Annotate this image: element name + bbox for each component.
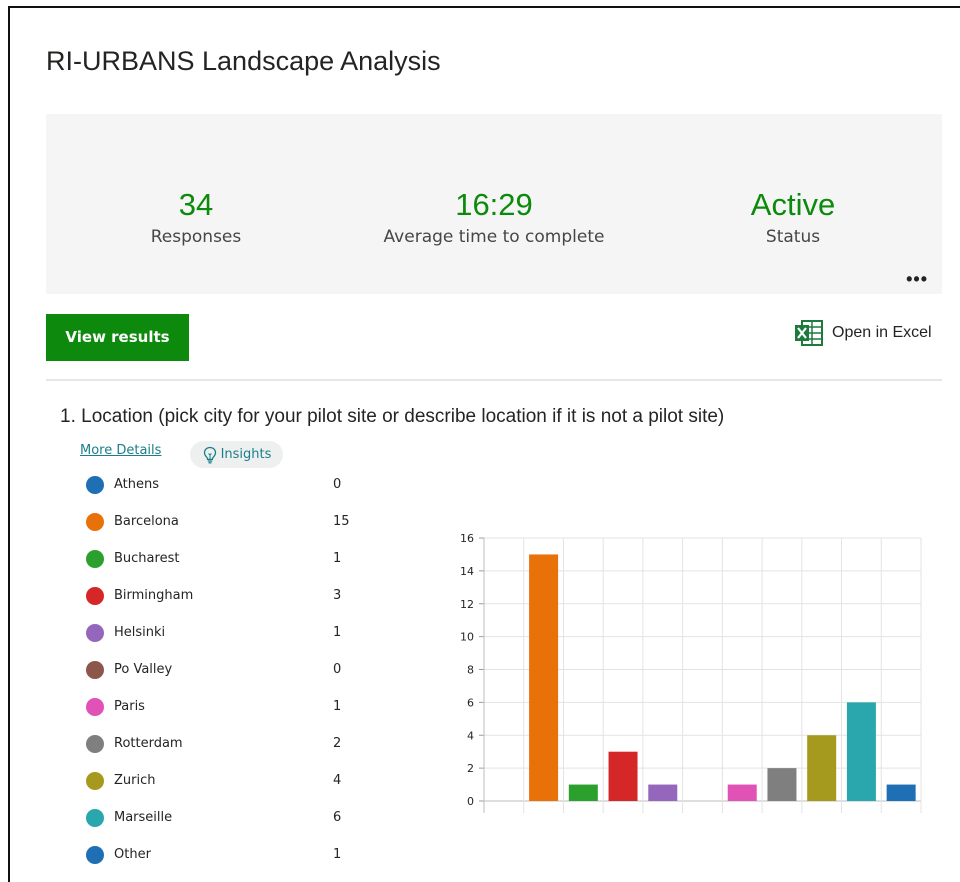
legend-label: Marseille [114, 810, 173, 825]
legend-item: Bucharest 1 [86, 548, 386, 568]
legend-color-dot [86, 735, 104, 753]
question-title: 1. Location (pick city for your pilot si… [60, 406, 724, 428]
legend-count: 1 [333, 551, 342, 566]
more-details-link[interactable]: More Details [80, 443, 161, 458]
legend-color-dot [86, 698, 104, 716]
legend-label: Zurich [114, 773, 156, 788]
insights-button[interactable]: Insights [190, 441, 283, 468]
bar [727, 784, 757, 801]
y-tick-label: 14 [460, 565, 474, 578]
legend-count: 2 [333, 736, 342, 751]
bar [608, 751, 638, 801]
legend-count: 1 [333, 625, 342, 640]
legend-count: 1 [333, 699, 342, 714]
legend-label: Athens [114, 477, 160, 492]
ellipsis-icon[interactable]: ••• [906, 270, 928, 288]
legend-color-dot [86, 624, 104, 642]
bar [886, 784, 916, 801]
responses-count: 34 [178, 187, 214, 222]
legend-item: Athens 0 [86, 474, 386, 494]
status-value: Active [750, 187, 836, 222]
y-tick-label: 16 [460, 532, 474, 545]
legend-count: 4 [333, 773, 342, 788]
legend-count: 6 [333, 810, 342, 825]
average-time-value: 16:29 [455, 187, 533, 222]
y-tick-label: 6 [467, 696, 474, 709]
legend-label: Barcelona [114, 514, 179, 529]
legend-label: Birmingham [114, 588, 194, 603]
question-text: Location (pick city for your pilot site … [81, 406, 725, 427]
y-tick-label: 8 [467, 664, 474, 677]
bar [846, 702, 876, 801]
open-in-excel-button[interactable]: Open in Excel [794, 320, 932, 346]
legend-label: Rotterdam [114, 736, 183, 751]
view-results-button[interactable]: View results [46, 314, 189, 361]
legend-item: Marseille 6 [86, 807, 386, 827]
y-tick-label: 4 [467, 729, 474, 742]
y-tick-label: 12 [460, 598, 474, 611]
status-stat: Active Status [643, 186, 943, 247]
legend-item: Zurich 4 [86, 770, 386, 790]
responses-label: Responses [150, 227, 242, 247]
responses-stat: 34 Responses [46, 186, 346, 247]
legend-count: 3 [333, 588, 342, 603]
legend-label: Helsinki [114, 625, 166, 640]
bar [568, 784, 598, 801]
legend-item: Helsinki 1 [86, 622, 386, 642]
section-divider [46, 379, 942, 381]
legend-color-dot [86, 846, 104, 864]
legend-color-dot [86, 587, 104, 605]
legend-item: Other 1 [86, 844, 386, 864]
legend-label: Other [114, 847, 151, 862]
bar [529, 554, 559, 801]
legend-label: Po Valley [114, 662, 173, 677]
legend-count: 0 [333, 477, 342, 492]
y-tick-label: 2 [467, 762, 474, 775]
legend-color-dot [86, 550, 104, 568]
average-time-label: Average time to complete [383, 227, 605, 247]
legend-count: 15 [333, 514, 350, 529]
excel-icon [795, 320, 823, 346]
y-tick-label: 0 [467, 795, 474, 808]
y-tick-label: 10 [460, 631, 474, 644]
open-in-excel-label: Open in Excel [832, 324, 932, 341]
form-title: RI-URBANS Landscape Analysis [46, 46, 441, 76]
legend-color-dot [86, 476, 104, 494]
legend-color-dot [86, 661, 104, 679]
legend-count: 1 [333, 847, 342, 862]
legend-color-dot [86, 772, 104, 790]
bar [807, 735, 837, 801]
question-number: 1. [60, 406, 76, 427]
legend-item: Rotterdam 2 [86, 733, 386, 753]
legend-item: Paris 1 [86, 696, 386, 716]
legend-label: Bucharest [114, 551, 180, 566]
lightbulb-icon [203, 446, 216, 463]
legend-count: 0 [333, 662, 342, 677]
bar-chart: 0 2 4 6 8 10 12 14 16 [460, 532, 922, 813]
summary-panel: 34 Responses 16:29 Average time to compl… [46, 114, 942, 294]
legend-color-dot [86, 513, 104, 531]
legend-label: Paris [114, 699, 145, 714]
average-time-stat: 16:29 Average time to complete [344, 186, 644, 247]
bar [648, 784, 678, 801]
insights-label: Insights [220, 447, 272, 462]
legend-item: Birmingham 3 [86, 585, 386, 605]
legend-item: Po Valley 0 [86, 659, 386, 679]
bar [767, 768, 797, 801]
status-label: Status [765, 227, 821, 247]
legend-item: Barcelona 15 [86, 511, 386, 531]
legend-color-dot [86, 809, 104, 827]
